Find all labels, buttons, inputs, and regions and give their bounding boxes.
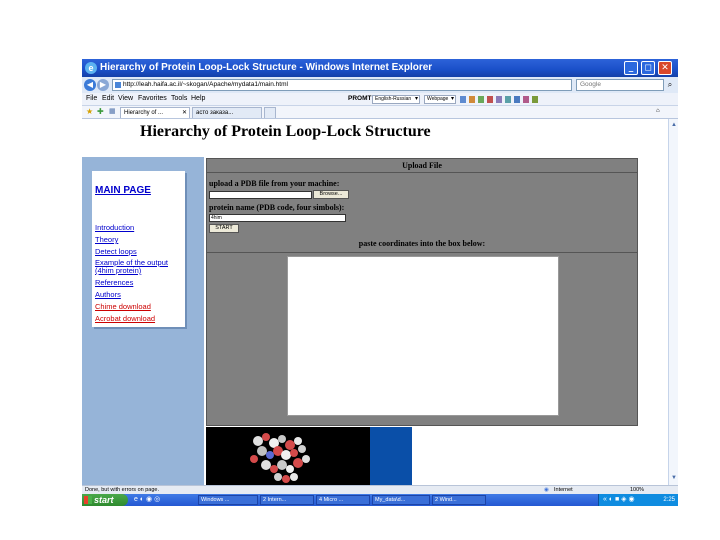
internet-explorer-icon: e	[85, 62, 97, 74]
settings-icon[interactable]	[514, 96, 520, 103]
menu-view[interactable]: View	[118, 95, 133, 102]
nav-link-acrobat-download[interactable]: Acrobat download	[95, 315, 183, 323]
pdb-upload-label: upload a PDB file from your machine:	[209, 179, 340, 188]
browser-window: e Hierarchy of Protein Loop-Lock Structu…	[82, 59, 678, 506]
main-page-link[interactable]: MAIN PAGE	[95, 185, 151, 196]
protein-name-label: protein name (PDB code, four simbols):	[209, 203, 345, 212]
translate-icon[interactable]	[460, 96, 466, 103]
menu-favorites[interactable]: Favorites	[138, 95, 167, 102]
upload-panel: Upload File upload a PDB file from your …	[206, 158, 638, 426]
promt-label: PROMT	[348, 95, 372, 102]
task-mydata[interactable]: My_data\d...	[372, 495, 430, 505]
viewer-side-panel	[370, 427, 412, 485]
text-icon[interactable]	[478, 96, 484, 103]
nav-link-example[interactable]: Example of the output (4him protein)	[95, 259, 183, 275]
molecule-viewer[interactable]	[206, 427, 412, 485]
upload-title: Upload File	[402, 161, 442, 170]
globe-icon: ◉	[544, 487, 549, 493]
status-text: Done, but with errors on page.	[85, 487, 159, 493]
nav-box: MAIN PAGE Introduction Theory Detect loo…	[92, 171, 185, 327]
pdb-file-input[interactable]	[209, 191, 312, 199]
page-title: Hierarchy of Protein Loop-Lock Structure	[140, 123, 431, 140]
tool-icon[interactable]	[487, 96, 493, 103]
task-windows-2[interactable]: 2 Wind...	[432, 495, 486, 505]
add-favorite-icon[interactable]: ✚	[97, 107, 104, 116]
close-toolbar-icon[interactable]	[523, 96, 529, 103]
nav-link-theory[interactable]: Theory	[95, 236, 183, 244]
start-button[interactable]: START	[209, 224, 239, 233]
start-button[interactable]: start	[82, 494, 128, 506]
taskbar: start e ◐ ◉ ◎ Windows ... 2 Intern... 4 …	[82, 494, 678, 506]
protein-name-input[interactable]: 4him	[209, 214, 346, 222]
menu-edit[interactable]: Edit	[102, 95, 114, 102]
history-icon[interactable]	[505, 96, 511, 103]
page-icon	[115, 82, 121, 88]
tab-bar: ★ ✚ ▦ Hierarchy of ... ✕ асто заказа... …	[82, 106, 678, 119]
menu-bar: File Edit View Favorites Tools Help PROM…	[82, 93, 678, 106]
page-content: Hierarchy of Protein Loop-Lock Structure…	[82, 119, 668, 485]
maximize-button[interactable]: ◻	[641, 61, 655, 75]
page-scrollbar[interactable]: ▲ ▼	[668, 119, 678, 485]
nav-link-authors[interactable]: Authors	[95, 291, 183, 299]
task-internet[interactable]: 2 Intern...	[260, 495, 314, 505]
menu-tools[interactable]: Tools	[171, 95, 187, 102]
clock: 2:25	[663, 497, 675, 503]
tab-list-icon[interactable]: ▦	[109, 107, 116, 115]
zoom-level[interactable]: 100%	[630, 486, 644, 494]
nav-link-detect-loops[interactable]: Detect loops	[95, 248, 183, 256]
translation-direction-select[interactable]: English-Russian	[372, 95, 420, 104]
scroll-up-icon[interactable]: ▲	[670, 121, 678, 129]
back-button[interactable]: ◀	[84, 79, 96, 91]
dictionary-icon[interactable]	[469, 96, 475, 103]
translation-mode-select[interactable]: Webpage	[424, 95, 456, 104]
window-title: Hierarchy of Protein Loop-Lock Structure…	[100, 62, 433, 73]
address-url: http://leah.haifa.ac.il/~skogan/Apache/m…	[123, 81, 288, 88]
quicklaunch-icons[interactable]: e ◐ ◉ ◎	[134, 495, 160, 503]
status-bar: Done, but with errors on page. ◉ Interne…	[82, 485, 678, 494]
address-input[interactable]: http://leah.haifa.ac.il/~skogan/Apache/m…	[112, 79, 572, 91]
divider	[207, 172, 637, 173]
search-input[interactable]: Google	[576, 79, 664, 91]
task-windows[interactable]: Windows ...	[198, 495, 258, 505]
magnifier-icon[interactable]: ⌕	[665, 80, 675, 90]
tab-close-icon[interactable]: ✕	[182, 108, 187, 118]
coordinates-textarea[interactable]	[287, 256, 559, 416]
scroll-down-icon[interactable]: ▼	[670, 474, 678, 482]
tab-hierarchy[interactable]: Hierarchy of ... ✕	[120, 107, 190, 118]
tab-second[interactable]: асто заказа...	[192, 107, 262, 118]
windows-flag-icon	[84, 496, 92, 504]
info-icon[interactable]	[532, 96, 538, 103]
forward-button[interactable]: ▶	[97, 79, 109, 91]
system-tray: « ◐ ■ ◈ ◉ 2:25	[598, 494, 678, 506]
nav-link-introduction[interactable]: Introduction	[95, 224, 183, 232]
nav-link-chime-download[interactable]: Chime download	[95, 303, 183, 311]
minimize-button[interactable]: _	[624, 61, 638, 75]
address-toolbar: ◀ ▶ http://leah.haifa.ac.il/~skogan/Apac…	[82, 77, 678, 93]
favorites-star-icon[interactable]: ★	[86, 107, 93, 116]
zone-label: Internet	[554, 487, 573, 493]
new-tab-button[interactable]	[264, 107, 276, 118]
atom-cluster	[250, 433, 310, 483]
menu-help[interactable]: Help	[191, 95, 205, 102]
nav-link-references[interactable]: References	[95, 279, 183, 287]
divider	[207, 252, 637, 253]
page-icon[interactable]	[496, 96, 502, 103]
menu-file[interactable]: File	[86, 95, 97, 102]
task-micro[interactable]: 4 Micro ...	[316, 495, 370, 505]
close-button[interactable]: ✕	[658, 61, 672, 75]
paste-label: paste coordinates into the box below:	[358, 239, 486, 248]
title-bar[interactable]: e Hierarchy of Protein Loop-Lock Structu…	[82, 59, 678, 77]
tray-icons[interactable]: « ◐ ■ ◈ ◉	[603, 495, 635, 503]
browse-button[interactable]: Browse...	[313, 190, 349, 199]
left-nav-frame: MAIN PAGE Introduction Theory Detect loo…	[82, 157, 204, 485]
home-icon[interactable]: ⌂	[656, 108, 660, 114]
